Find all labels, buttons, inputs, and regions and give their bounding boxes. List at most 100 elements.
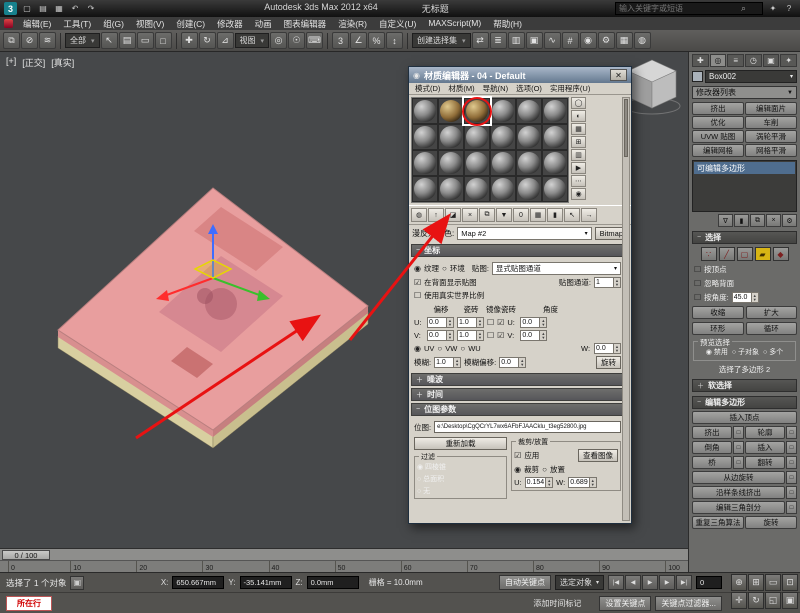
select-by-name-icon[interactable]: ▤ [119, 32, 136, 49]
search-input[interactable] [619, 4, 741, 13]
menu-item-1[interactable]: 工具(T) [57, 18, 97, 30]
key-mode-dropdown[interactable]: 选定对象 ▾ [555, 575, 604, 590]
preview-option-2[interactable]: ○ 多个 [763, 347, 783, 357]
material-sample-slot-8[interactable] [464, 124, 490, 150]
select-and-rotate-icon[interactable]: ↻ [199, 32, 216, 49]
shrink-button[interactable]: 收缩 [692, 306, 744, 319]
show-map-in-viewport-icon[interactable]: ▦ [530, 208, 546, 222]
u-mirror-checkbox[interactable]: ☐ [487, 318, 494, 327]
material-sample-slot-23[interactable] [542, 176, 568, 202]
menu-item-8[interactable]: 渲染(R) [332, 18, 373, 30]
menu-item-6[interactable]: 动画 [249, 18, 278, 30]
use-pivot-center-icon[interactable]: ◎ [270, 32, 287, 49]
spinner-arrows-icon[interactable] [476, 318, 483, 327]
edit-poly-button[interactable]: 沿样条线挤出 [692, 486, 785, 499]
material-sample-slot-10[interactable] [516, 124, 542, 150]
menu-item-7[interactable]: 图表编辑器 [278, 18, 333, 30]
settings-icon[interactable]: □ [786, 426, 797, 439]
scrollbar-thumb[interactable] [624, 99, 628, 157]
select-and-move-icon[interactable]: ✚ [181, 32, 198, 49]
y-coordinate-field[interactable]: -35.141mm [240, 576, 292, 589]
app-menu-icon[interactable] [4, 19, 13, 28]
preview-option-1[interactable]: ○ 子对象 [732, 347, 759, 357]
layer-manager-icon[interactable]: ▥ [508, 32, 525, 49]
modifier-button-1[interactable]: 编辑面片 [745, 102, 797, 115]
rotate-button[interactable]: 旋转 [596, 356, 621, 369]
menu-item-10[interactable]: MAXScript(M) [422, 18, 487, 30]
material-sample-slot-4[interactable] [516, 98, 542, 124]
element-mode-icon[interactable]: ◆ [773, 247, 789, 261]
bitmap-path-button[interactable]: e:\Desktop\CgQCrYL7wx6AFbFJAACklu_t3eg52… [434, 421, 621, 433]
modifier-stack[interactable]: 可编辑多边形 [692, 160, 797, 212]
spinner-arrows-icon[interactable] [751, 293, 758, 302]
tab-utilities[interactable]: ✦ [780, 54, 797, 67]
loop-button[interactable]: 循环 [746, 322, 798, 335]
go-to-parent-icon[interactable]: ↖ [564, 208, 580, 222]
real-world-checkbox[interactable]: ☐ [414, 291, 421, 300]
close-icon[interactable]: ✕ [610, 69, 627, 81]
add-time-tag[interactable]: 添加时间标记 [533, 598, 581, 609]
backlight-icon[interactable]: ◐ [571, 110, 586, 122]
material-sample-slot-5[interactable] [542, 98, 568, 124]
edit-poly-button[interactable]: 倒角 [692, 441, 732, 454]
material-sample-slot-0[interactable] [412, 98, 438, 124]
save-file-icon[interactable]: ▦ [52, 2, 66, 15]
zoom-icon[interactable]: ⊕ [731, 574, 747, 591]
material-sample-slot-12[interactable] [412, 150, 438, 176]
next-frame-icon[interactable]: ▶ [659, 575, 675, 590]
crop-w-spinner[interactable]: 0.689 [568, 477, 597, 488]
material-sample-slot-6[interactable] [412, 124, 438, 150]
edit-poly-button[interactable]: 挤出 [692, 426, 732, 439]
options-icon[interactable]: ⋯ [571, 175, 586, 187]
x-coordinate-field[interactable]: 650.667mm [172, 576, 224, 589]
view-image-button[interactable]: 查看图像 [578, 449, 618, 462]
tab-display[interactable]: ▣ [763, 54, 780, 67]
edit-poly-button[interactable]: 编辑三角剖分 [692, 501, 785, 514]
selection-lock-icon[interactable]: ▣ [70, 576, 84, 590]
material-sample-slot-1[interactable] [438, 98, 464, 124]
remove-modifier-icon[interactable]: × [766, 214, 781, 227]
prev-frame-icon[interactable]: ◀ [625, 575, 641, 590]
apply-checkbox[interactable]: ☑ [514, 451, 521, 460]
auto-key-button[interactable]: 自动关键点 [499, 575, 551, 590]
make-unique-icon[interactable]: ⧉ [750, 214, 765, 227]
spinner-arrows-icon[interactable] [539, 331, 546, 340]
wu-radio[interactable]: ○ [460, 344, 465, 353]
preview-option-0[interactable]: ◉ 禁用 [706, 347, 728, 357]
orbit-icon[interactable]: ↻ [748, 592, 764, 609]
app-logo-icon[interactable]: 3 [4, 2, 17, 15]
select-by-material-icon[interactable]: ◉ [571, 188, 586, 200]
key-filters-button[interactable]: 关键点过滤器... [655, 596, 722, 611]
menu-item-4[interactable]: 创建(C) [170, 18, 211, 30]
by-angle-checkbox[interactable]: ☐ [694, 293, 701, 302]
settings-icon[interactable]: □ [786, 471, 797, 484]
modifier-button-0[interactable]: 挤出 [692, 102, 744, 115]
viewport-label-2[interactable]: [真实] [51, 56, 74, 69]
by-angle-spinner[interactable]: 45.0 [732, 292, 759, 303]
show-on-back-checkbox[interactable]: ☑ [414, 278, 421, 287]
material-sample-slot-22[interactable] [516, 176, 542, 202]
show-end-result-icon[interactable]: ▮ [547, 208, 563, 222]
border-mode-icon[interactable]: ▢ [737, 247, 753, 261]
reload-button[interactable]: 重新加载 [414, 437, 507, 450]
settings-icon[interactable]: □ [786, 486, 797, 499]
snap-3d-icon[interactable]: 3 [332, 32, 349, 49]
spinner-arrows-icon[interactable] [446, 331, 453, 340]
curve-editor-icon[interactable]: ∿ [544, 32, 561, 49]
edit-poly-button[interactable]: 插入 [745, 441, 785, 454]
by-vertex-checkbox[interactable]: ☐ [694, 265, 701, 274]
tab-motion[interactable]: ◷ [745, 54, 762, 67]
time-slider-handle[interactable]: 0 / 100 [2, 550, 50, 560]
mirror-icon[interactable]: ⇄ [472, 32, 489, 49]
rollout-selection[interactable]: − 选择 [692, 231, 797, 244]
object-name-field[interactable]: Box002 ▾ [705, 70, 797, 83]
mapping-dropdown[interactable]: 显式贴图通道 ▾ [492, 262, 621, 275]
vw-radio[interactable]: ○ [437, 344, 442, 353]
named-selection-sets-dropdown[interactable]: 创建选择集▾ [412, 33, 471, 48]
undo-icon[interactable]: ↶ [68, 2, 82, 15]
polygon-mode-icon[interactable]: ▰ [755, 247, 771, 261]
settings-icon[interactable]: □ [786, 501, 797, 514]
uv-radio[interactable]: ◉ [414, 344, 421, 353]
tab-hierarchy[interactable]: ≡ [727, 54, 744, 67]
zoom-extents-all-icon[interactable]: ⊡ [782, 574, 798, 591]
